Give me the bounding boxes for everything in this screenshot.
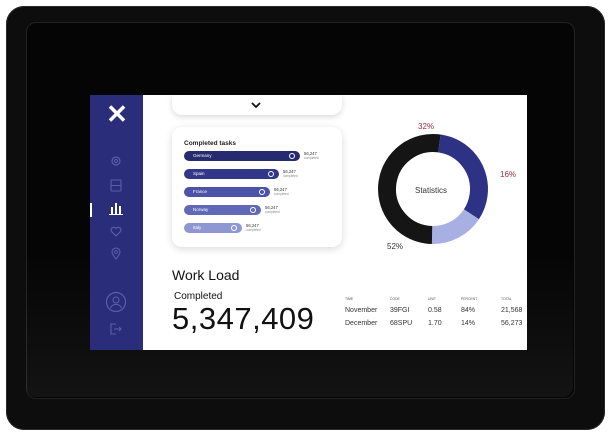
task-row[interactable]: Italy 56,247 completed [184,223,282,233]
task-value-caption: completed [274,192,289,196]
task-progress-bar: Norway [184,205,261,215]
bar-chart-icon[interactable] [104,201,128,221]
task-row[interactable]: Spain 56,247 completed [184,169,319,179]
section-title: Work Load [172,267,240,283]
task-country-label: Italy [193,225,202,230]
collapsed-card [172,95,342,115]
user-icon[interactable] [104,291,128,315]
task-progress-bar: Spain [184,169,279,179]
table-cell: 21,568 [501,307,523,314]
close-icon[interactable]: ✕ [104,101,130,127]
task-knob-icon [289,153,295,159]
task-row[interactable]: Norway 56,247 completed [184,205,301,215]
table-cell: 0.58 [428,307,442,314]
task-row[interactable]: France 56,247 completed [184,187,310,197]
task-value-caption: completed [246,228,261,232]
table-cell: 68SPU [390,320,413,327]
archive-icon[interactable] [104,179,128,199]
table-header: TOTAL [501,297,512,301]
table-cell: November [345,307,378,314]
logout-icon[interactable] [104,323,128,343]
task-knob-icon [259,189,265,195]
chevron-down-icon[interactable] [250,96,262,114]
task-value-caption: completed [283,174,298,178]
donut-center-label: Statistics [415,186,448,195]
task-country-label: Norway [193,207,209,212]
task-knob-icon [268,171,274,177]
task-value-caption: completed [265,210,280,214]
task-country-label: Spain [193,171,205,176]
task-progress-bar: France [184,187,270,197]
table-cell: 56,273 [501,320,523,327]
active-nav-indicator [90,203,92,217]
completed-tasks-card: Completed tasks Germany 56,247 completed Sp… [172,127,342,247]
table-header: PERCENT [461,297,478,301]
location-pin-icon[interactable] [104,247,128,267]
statistics-donut-chart [378,134,488,244]
table-cell: December [345,320,378,327]
app-screen: ✕ Completed tasks Germany 56,247 complet… [90,95,527,350]
table-cell: 1.70 [428,320,442,327]
sidebar: ✕ [90,95,143,350]
segment-label-16: 16% [500,170,517,179]
completed-value: 5,347,409 [172,301,315,336]
table-header: TIME [345,297,354,301]
task-country-label: France [193,189,208,194]
heart-icon[interactable] [104,226,128,246]
table-cell: 84% [461,307,476,314]
task-country-label: Germany [193,153,212,158]
task-knob-icon [250,207,256,213]
gear-icon[interactable] [104,155,128,175]
task-knob-icon [231,225,237,231]
table-cell: 14% [461,320,476,327]
task-progress-bar: Italy [184,223,242,233]
table-header: CODE [390,297,400,301]
segment-label-52: 52% [387,242,404,251]
segment-label-32: 32% [418,122,435,131]
table-header: UNIT [428,297,436,301]
task-row[interactable]: Germany 56,247 completed [184,151,340,161]
table-cell: 39FGI [390,307,410,314]
card-title: Completed tasks [184,140,237,147]
task-progress-bar: Germany [184,151,300,161]
task-value-caption: completed [304,156,319,160]
